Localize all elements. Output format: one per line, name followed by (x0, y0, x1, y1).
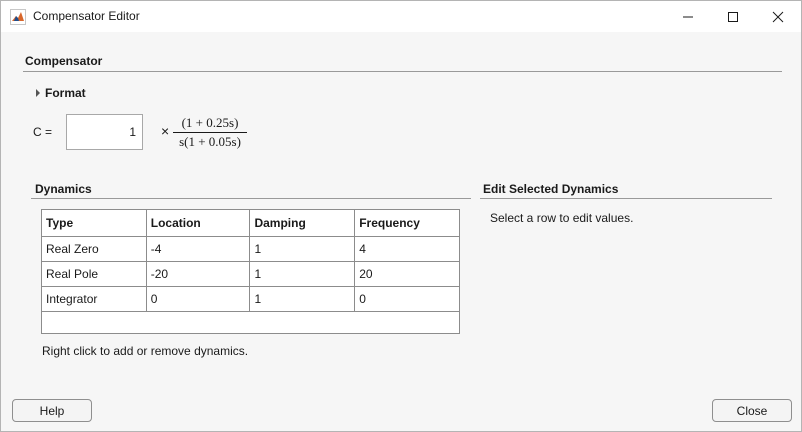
minimize-icon (683, 16, 693, 17)
cell-frequency[interactable]: 0 (354, 286, 460, 312)
cell-frequency[interactable]: 20 (354, 261, 460, 287)
cell-location[interactable]: 0 (145, 286, 251, 312)
dynamics-table: Type Location Damping Frequency Real Zer… (41, 209, 460, 334)
compensator-heading: Compensator (25, 54, 103, 68)
cell-type[interactable]: Integrator (41, 286, 147, 312)
tf-numerator: (1 + 0.25s) (173, 115, 247, 133)
dynamics-divider (31, 198, 471, 199)
edit-selected-divider (480, 198, 772, 199)
tf-denominator: s(1 + 0.05s) (179, 134, 241, 149)
maximize-icon (728, 11, 738, 22)
column-header-location[interactable]: Location (145, 209, 251, 237)
column-header-frequency[interactable]: Frequency (354, 209, 460, 237)
close-icon (772, 11, 784, 22)
table-row[interactable]: Integrator 0 1 0 (41, 286, 460, 312)
compensator-divider (23, 71, 782, 72)
format-label: Format (45, 86, 86, 100)
cell-location[interactable]: -20 (145, 261, 251, 287)
cell-type[interactable]: Real Pole (41, 261, 147, 287)
compensator-editor-window: Compensator Editor Compensator Format C … (0, 0, 802, 432)
expand-triangle-icon (36, 89, 40, 97)
cell-damping[interactable]: 1 (249, 261, 356, 287)
dynamics-hint: Right click to add or remove dynamics. (42, 344, 249, 358)
window-title: Compensator Editor (33, 9, 140, 23)
help-button[interactable]: Help (12, 399, 92, 422)
transfer-function: (1 + 0.25s) s(1 + 0.05s) (173, 115, 247, 150)
edit-selected-heading: Edit Selected Dynamics (483, 182, 619, 196)
gain-input[interactable] (66, 114, 143, 150)
column-header-damping[interactable]: Damping (249, 209, 356, 237)
close-window-button[interactable] (755, 1, 801, 32)
format-toggle[interactable]: Format (36, 86, 86, 100)
table-row[interactable]: Real Pole -20 1 20 (41, 261, 460, 287)
cell-type[interactable]: Real Zero (41, 236, 147, 262)
cell-frequency[interactable]: 4 (354, 236, 460, 262)
c-label: C = (33, 125, 53, 139)
cell-damping[interactable]: 1 (249, 286, 356, 312)
times-symbol: × (161, 123, 170, 139)
table-row[interactable]: Real Zero -4 1 4 (41, 236, 460, 262)
cell-damping[interactable]: 1 (249, 236, 356, 262)
table-header-row: Type Location Damping Frequency (41, 209, 460, 237)
dynamics-heading: Dynamics (35, 182, 92, 196)
matlab-icon (10, 9, 26, 25)
cell-location[interactable]: -4 (145, 236, 251, 262)
column-header-type[interactable]: Type (41, 209, 147, 237)
title-bar: Compensator Editor (1, 1, 801, 32)
empty-table-area[interactable] (41, 311, 460, 334)
maximize-button[interactable] (710, 1, 756, 32)
edit-selected-message: Select a row to edit values. (490, 211, 634, 225)
close-button[interactable]: Close (712, 399, 792, 422)
minimize-button[interactable] (665, 1, 711, 32)
empty-cell[interactable] (41, 311, 460, 334)
